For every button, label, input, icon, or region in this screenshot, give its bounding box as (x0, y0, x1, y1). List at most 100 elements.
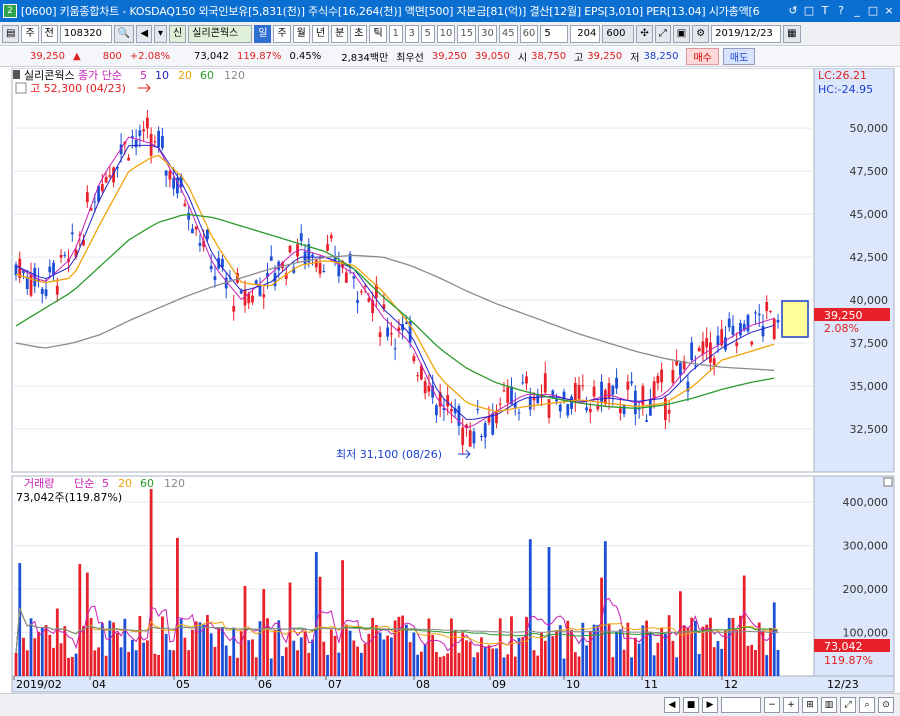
buy-button[interactable]: 매수 (686, 48, 719, 65)
volume-bar (59, 643, 63, 676)
refresh-icon[interactable]: ↺ (786, 4, 800, 18)
sell-button[interactable]: 매도 (722, 48, 756, 65)
search-icon[interactable]: ⌕ (859, 697, 875, 713)
volume-bar (622, 649, 626, 676)
candle-body (172, 178, 176, 189)
candle-body (138, 130, 142, 136)
volume-bar (648, 633, 652, 676)
interval-button[interactable]: 3 (404, 24, 419, 43)
save-icon[interactable]: ▣ (672, 24, 691, 43)
stock-code-input[interactable]: 108320 (59, 24, 112, 43)
volume-bar (555, 630, 558, 676)
stock-chart[interactable]: 32,500 35,000 37,500 40,000 42,500 45,000 47,5… (0, 67, 900, 693)
period-second-button[interactable]: 초 (350, 24, 368, 43)
interval-button[interactable]: 1 (388, 24, 403, 43)
line-draw-icon[interactable]: ⤢ (654, 24, 671, 43)
date-input[interactable]: 2019/12/23 (711, 24, 782, 43)
interval-button[interactable]: 15 (457, 24, 477, 43)
volume-legend-ma-label: 단순 (74, 477, 94, 490)
low-marker-label: 최저 31,100 (08/26) (336, 448, 442, 461)
volume-bar (176, 537, 179, 676)
tab-all[interactable]: 전 (40, 24, 58, 43)
volume-bar (603, 541, 607, 676)
volume-bar (562, 658, 566, 676)
period-month-button[interactable]: 월 (292, 24, 310, 43)
crosshair-icon[interactable]: ✣ (636, 24, 653, 43)
volume-bar (472, 657, 476, 676)
candle-body (671, 369, 675, 383)
zoom-in-icon[interactable]: + (783, 697, 799, 713)
legend-handle-icon[interactable] (13, 70, 20, 79)
open-label: 시 (517, 53, 528, 64)
tab-stock[interactable]: 주 (21, 24, 39, 43)
interval-button[interactable]: 30 (478, 24, 497, 43)
zoom-out-icon[interactable]: − (764, 697, 780, 713)
period-week-button[interactable]: 주 (273, 24, 291, 43)
candle-body (558, 404, 562, 412)
period-tick-button[interactable]: 틱 (369, 24, 387, 43)
calendar-icon[interactable]: ▦ (783, 24, 801, 43)
candle-body (303, 251, 307, 265)
candle-body (412, 356, 416, 362)
candle-body (209, 265, 213, 270)
volume-bar (637, 643, 641, 676)
interval-input[interactable]: 5 (540, 24, 569, 43)
candle-body (480, 436, 483, 438)
calendar-icon[interactable] (15, 82, 27, 94)
speaker-icon[interactable]: ◀ (136, 24, 153, 43)
period-minute-button[interactable]: 분 (331, 24, 349, 43)
interval-button[interactable]: 5 (420, 24, 435, 43)
window-title: [0600] 키움종합차트 - KOSDAQ150 외국인보유[5,831(천)… (20, 5, 760, 18)
expand-icon[interactable]: ⤢ (840, 697, 856, 713)
volume-bar (506, 654, 510, 676)
volume-bar (487, 645, 491, 676)
x-axis-label: 12 (724, 678, 738, 691)
count-input[interactable]: 204 (570, 24, 601, 43)
grid-toggle-icon[interactable]: ⊞ (802, 697, 818, 713)
text-icon[interactable]: T (818, 4, 832, 18)
candle-body (311, 254, 314, 257)
volume-bar (254, 657, 258, 676)
chart-menu-icon[interactable]: ▤ (2, 24, 20, 43)
period-day-button[interactable]: 일 (254, 24, 272, 43)
volume-bar (551, 636, 555, 676)
candle-body (183, 203, 187, 207)
candle-body (675, 360, 679, 366)
scroll-first-icon[interactable]: ◀ (664, 697, 680, 713)
period-year-button[interactable]: 년 (311, 24, 330, 43)
chevron-down-icon[interactable]: ▾ (154, 24, 168, 43)
help-icon[interactable]: ? (834, 4, 848, 18)
search-icon[interactable]: 🔍 (113, 24, 135, 43)
current-volume-pct-label: 119.87% (824, 654, 873, 667)
candle-body (461, 427, 465, 446)
interval-button[interactable]: 10 (436, 24, 456, 43)
candle-body (690, 342, 694, 361)
vma120-label: 120 (164, 477, 185, 490)
candle-body (727, 318, 731, 328)
panel-collapse-icon[interactable] (883, 477, 893, 487)
volume-bar (93, 650, 97, 676)
candle-body (356, 300, 359, 304)
volume-bar (202, 624, 206, 676)
volume-bar (750, 644, 754, 676)
interval-button[interactable]: 45 (498, 24, 518, 43)
volume-bar (754, 649, 757, 676)
settings-icon[interactable]: ⚙ (692, 24, 710, 43)
close-icon[interactable]: × (882, 4, 896, 18)
volume-bar (153, 653, 157, 676)
pin-icon[interactable]: ⊙ (878, 697, 894, 713)
layout-icon[interactable]: ▥ (821, 697, 837, 713)
candle-body (153, 141, 157, 143)
volume-bar (656, 642, 660, 676)
scroll-last-icon[interactable]: ▶ (702, 697, 718, 713)
maximize-icon[interactable]: □ (866, 4, 880, 18)
scroll-track[interactable] (721, 697, 761, 713)
scroll-stop-icon[interactable]: ■ (683, 697, 699, 713)
chart-area[interactable]: 32,500 35,000 37,500 40,000 42,500 45,000 47,5… (0, 67, 900, 693)
minimize-icon[interactable]: _ (850, 4, 864, 18)
interval-button[interactable]: 60 (519, 24, 539, 43)
volume-bar (123, 618, 127, 676)
candle-body (581, 385, 585, 387)
restore-icon[interactable]: □ (802, 4, 816, 18)
volume-bar (183, 637, 187, 676)
